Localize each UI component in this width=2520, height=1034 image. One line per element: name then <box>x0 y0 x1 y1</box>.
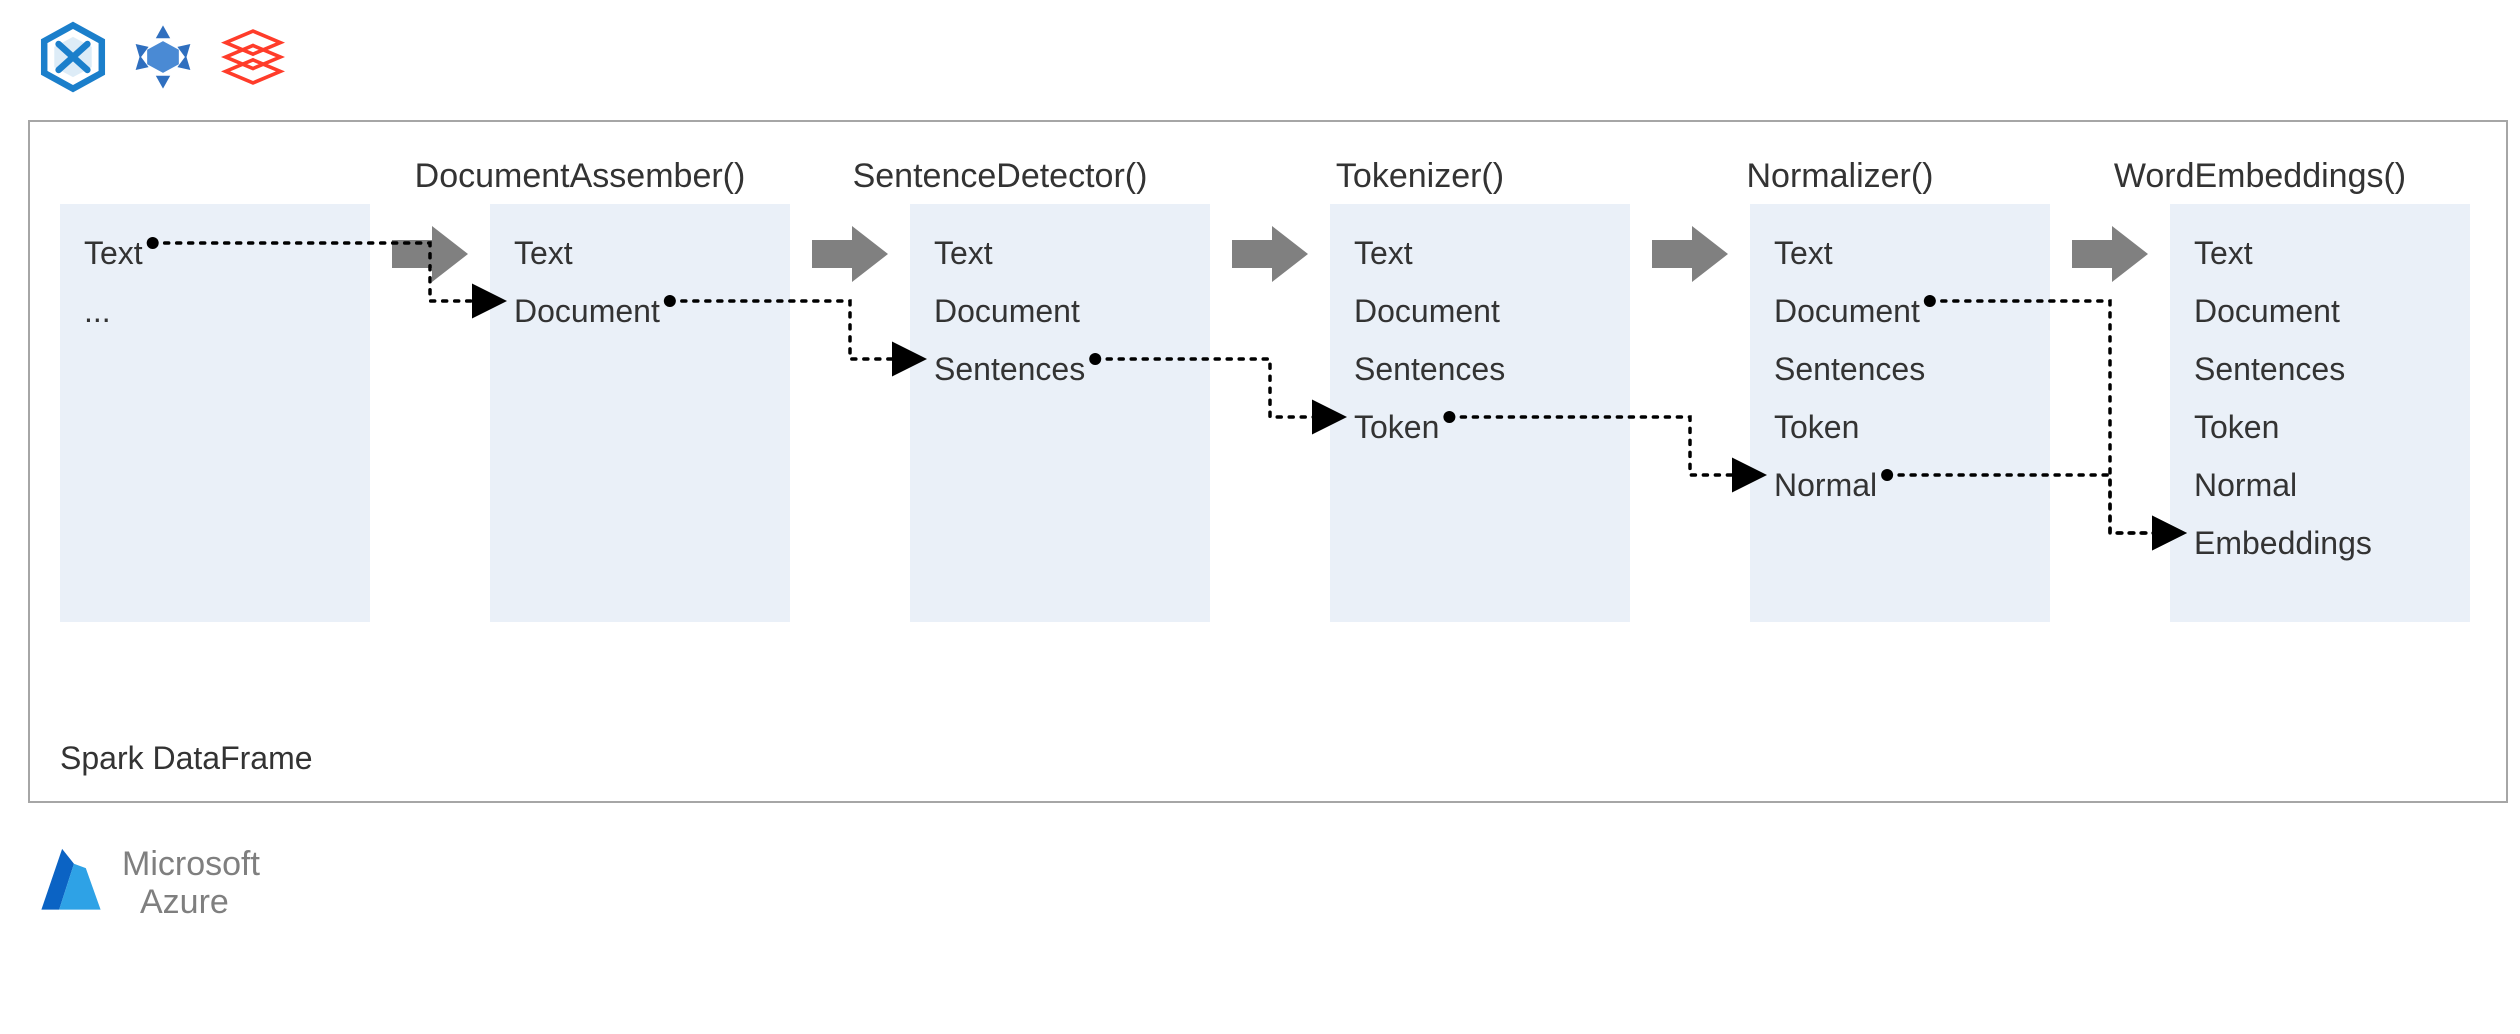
stage-3-row-2: Sentences <box>1354 340 1606 398</box>
footer-line1: Microsoft <box>122 845 260 883</box>
stage-3-box: Text Document Sentences Token <box>1330 204 1630 622</box>
stage-2-row-2: Sentences <box>934 340 1186 398</box>
synapse-icon <box>34 18 112 96</box>
stage-5-row-0: Text <box>2194 224 2446 282</box>
stage-5-row-4: Normal <box>2194 456 2446 514</box>
stage-0-box: Text ... <box>60 204 370 622</box>
stage-3-row-0: Text <box>1354 224 1606 282</box>
stage-5-row-5: Embeddings <box>2194 514 2446 572</box>
stage-1-label: DocumentAssember() <box>415 152 746 204</box>
arrow-0-icon <box>370 204 490 622</box>
stage-2-label: SentenceDetector() <box>853 152 1148 204</box>
footer-line2: Azure <box>122 883 260 921</box>
arrow-1-icon <box>790 204 910 622</box>
arrow-4-icon <box>2050 204 2170 622</box>
azure-a-icon <box>34 843 108 922</box>
stage-4-row-3: Token <box>1774 398 2026 456</box>
arrow-2-icon <box>1210 204 1330 622</box>
stage-5-box: Text Document Sentences Token Normal Emb… <box>2170 204 2470 622</box>
stage-4-row-0: Text <box>1774 224 2026 282</box>
stage-3-row-3: Token <box>1354 398 1606 456</box>
stage-4-row-4: Normal <box>1774 456 2026 514</box>
stage-5-row-3: Token <box>2194 398 2446 456</box>
stage-0-row-1: ... <box>84 282 346 340</box>
pipeline-frame: Text ... DocumentAssember() Text Documen… <box>28 120 2508 803</box>
stage-0-row-0: Text <box>84 224 346 282</box>
stage-4-box: Text Document Sentences Token Normal <box>1750 204 2050 622</box>
arrow-3-icon <box>1630 204 1750 622</box>
databricks-icon <box>214 18 292 96</box>
stage-5-row-2: Sentences <box>2194 340 2446 398</box>
stage-4-row-2: Sentences <box>1774 340 2026 398</box>
azure-footer: Microsoft Azure <box>34 843 2520 922</box>
stage-4-row-1: Document <box>1774 282 2026 340</box>
stage-2-row-1: Document <box>934 282 1186 340</box>
stage-3-label: Tokenizer() <box>1336 152 1504 204</box>
frame-caption: Spark DataFrame <box>60 740 313 777</box>
stage-1-row-0: Text <box>514 224 766 282</box>
stage-5-label: WordEmbeddings() <box>2114 152 2406 204</box>
pipeline-row: Text ... DocumentAssember() Text Documen… <box>60 152 2476 622</box>
stage-3-row-1: Document <box>1354 282 1606 340</box>
stage-4-label: Normalizer() <box>1747 152 1934 204</box>
stage-2-row-0: Text <box>934 224 1186 282</box>
stage-5-row-1: Document <box>2194 282 2446 340</box>
stage-1-row-1: Document <box>514 282 766 340</box>
hdinsight-icon <box>124 18 202 96</box>
stage-2-box: Text Document Sentences <box>910 204 1210 622</box>
stage-1-box: Text Document <box>490 204 790 622</box>
product-logo-row <box>34 18 2520 96</box>
